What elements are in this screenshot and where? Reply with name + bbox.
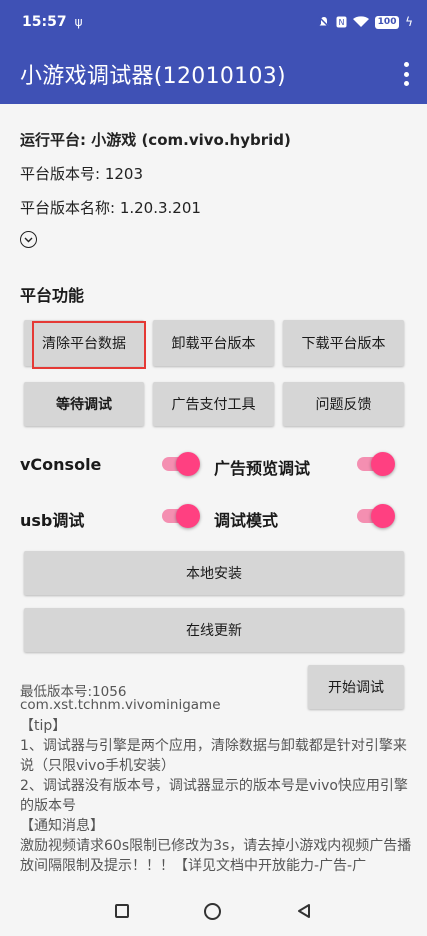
notes-line: 激励视频请求60s限制已修改为3s，请去掉小游戏内视频广告播放间隔限制及提示！！… [20, 838, 412, 874]
more-options-icon[interactable] [401, 62, 411, 86]
status-bar: 15:57 ψ N 100 ϟ [0, 0, 427, 44]
toggle-label-usb-debug: usb调试 [20, 511, 85, 530]
recent-apps-icon[interactable] [115, 904, 129, 918]
toggle-label-debug-mode: 调试模式 [214, 511, 279, 530]
svg-text:N: N [339, 18, 345, 27]
debug-mode-toggle[interactable] [355, 503, 395, 529]
platform-version-code: 平台版本号: 1203 [20, 165, 143, 183]
uninstall-platform-button[interactable]: 卸载平台版本 [153, 320, 274, 366]
platform-label: 运行平台: 小游戏 (com.vivo.hybrid) [20, 131, 291, 149]
online-update-button[interactable]: 在线更新 [24, 608, 404, 652]
mute-icon [318, 16, 330, 28]
nfc-icon: N [336, 16, 347, 28]
ad-preview-toggle[interactable] [355, 451, 395, 477]
platform-version-name: 平台版本名称: 1.20.3.201 [20, 199, 201, 217]
notes: 【tip】 1、调试器与引擎是两个应用，清除数据与卸载都是针对引擎来说（只限vi… [20, 716, 412, 876]
vconsole-toggle[interactable] [160, 451, 200, 477]
app-title: 小游戏调试器(12010103) [20, 64, 286, 89]
usb-icon: ψ [74, 15, 83, 29]
back-icon[interactable] [296, 903, 312, 919]
wait-debug-button[interactable]: 等待调试 [24, 382, 144, 426]
local-install-button[interactable]: 本地安装 [24, 551, 404, 595]
navigation-bar [0, 886, 427, 936]
notes-line: 2、调试器没有版本号，调试器显示的版本号是vivo快应用引擎的版本号 [20, 778, 408, 814]
package-name: com.xst.tchnm.vivominigame [20, 697, 221, 713]
home-icon[interactable] [204, 902, 221, 920]
wifi-icon [353, 16, 370, 27]
status-time: 15:57 [22, 14, 67, 30]
start-debug-button[interactable]: 开始调试 [308, 665, 404, 709]
app-bar: 小游戏调试器(12010103) [0, 44, 427, 104]
download-platform-button[interactable]: 下载平台版本 [283, 320, 404, 366]
toggle-label-vconsole: vConsole [20, 455, 102, 474]
section-title-platform-features: 平台功能 [20, 286, 85, 305]
battery-icon: 100 [375, 15, 400, 29]
charging-icon: ϟ [405, 15, 413, 29]
notes-line: 【通知消息】 [20, 818, 104, 834]
chevron-down-icon[interactable] [20, 231, 37, 248]
notes-line: 【tip】 [20, 718, 67, 734]
ad-pay-tool-button[interactable]: 广告支付工具 [153, 382, 274, 426]
status-icons: N 100 ϟ [318, 15, 413, 29]
usb-debug-toggle[interactable] [160, 503, 200, 529]
toggle-label-ad-preview: 广告预览调试 [214, 459, 311, 478]
notes-line: 1、调试器与引擎是两个应用，清除数据与卸载都是针对引擎来说（只限vivo手机安装… [20, 738, 407, 774]
clear-platform-data-button[interactable]: 清除平台数据 [24, 320, 144, 366]
feedback-button[interactable]: 问题反馈 [283, 382, 404, 426]
